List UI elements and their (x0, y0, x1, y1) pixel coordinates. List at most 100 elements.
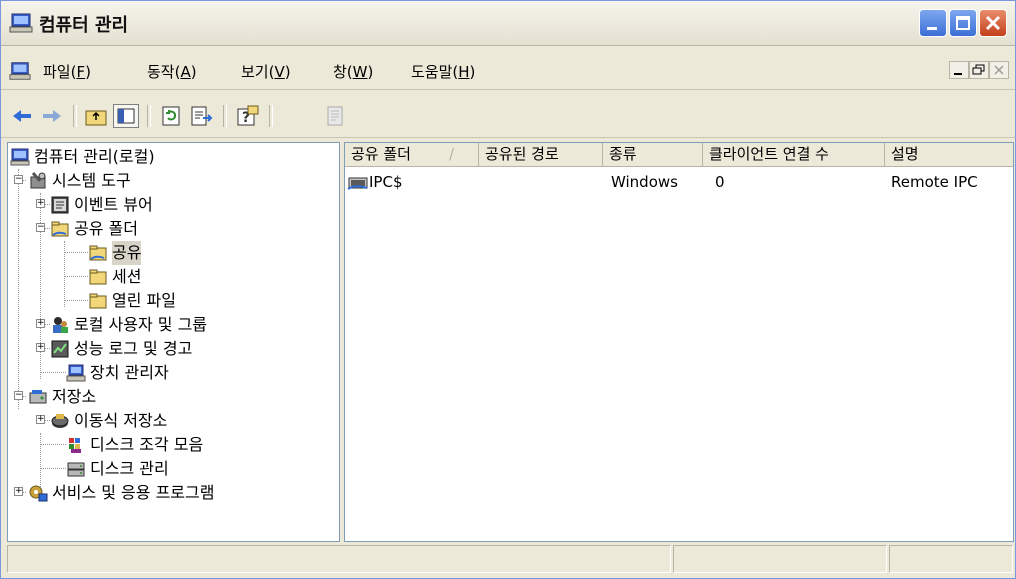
menu-help[interactable]: 도움말(H) (411, 61, 475, 82)
expand-toggle[interactable]: + (36, 415, 45, 424)
toolbar-separator (223, 105, 227, 127)
tree-item-label: 열린 파일 (112, 291, 176, 310)
tree-connector (18, 169, 19, 409)
show-hide-console-tree-button[interactable] (113, 104, 139, 128)
restore-icon (972, 64, 985, 75)
services-icon (29, 485, 48, 502)
tree-item-label: 컴퓨터 관리(로컬) (34, 147, 155, 166)
title-bar[interactable]: 컴퓨터 관리 (1, 1, 1015, 46)
expand-toggle[interactable]: + (36, 319, 45, 328)
tree-item-label: 이동식 저장소 (74, 411, 168, 430)
refresh-icon[interactable] (159, 104, 185, 128)
tree-connector (64, 252, 88, 253)
column-header-label: 클라이언트 연결 수 (709, 145, 829, 163)
forward-arrow-icon[interactable] (39, 104, 65, 128)
column-header-description[interactable]: 설명 (885, 143, 1013, 166)
close-button[interactable] (979, 9, 1007, 37)
shared-folder-icon (51, 221, 69, 237)
cell-connections: 0 (715, 173, 725, 191)
close-icon (985, 15, 1001, 31)
menu-bar: 파일(F) 동작(A) 보기(V) 창(W) 도움말(H) (1, 53, 1015, 90)
up-folder-icon[interactable] (83, 104, 109, 128)
tree-item-label: 저장소 (52, 387, 97, 406)
column-header-label: 공유된 경로 (485, 145, 559, 163)
tree-item-label: 시스템 도구 (52, 171, 131, 190)
tree-item-label: 공유 폴더 (74, 219, 138, 238)
export-list-icon[interactable] (189, 104, 215, 128)
column-header-shared-folder[interactable]: 공유 폴더 / (345, 143, 479, 166)
cell-type: Windows (611, 173, 678, 191)
expand-toggle[interactable]: + (14, 487, 23, 496)
menu-file[interactable]: 파일(F) (43, 61, 91, 82)
close-icon (994, 65, 1004, 75)
console-tree-icon (117, 108, 135, 124)
maximize-icon (956, 16, 970, 30)
defragmenter-icon (69, 438, 81, 453)
performance-logs-icon (51, 340, 69, 358)
menu-action[interactable]: 동작(A) (147, 61, 197, 82)
back-arrow-icon[interactable] (9, 104, 35, 128)
tree-connector (64, 241, 65, 307)
status-bar (7, 545, 1013, 575)
help-icon[interactable]: ? (235, 104, 261, 128)
status-panel (889, 545, 1013, 573)
system-tools-icon (30, 172, 46, 189)
column-header-client-connections[interactable]: 클라이언트 연결 수 (703, 143, 885, 166)
shared-pipe-icon (347, 177, 368, 190)
collapse-toggle[interactable]: − (14, 175, 23, 184)
cell-description: Remote IPC (891, 173, 978, 191)
minimize-icon (954, 73, 962, 75)
mdi-close-button[interactable] (989, 61, 1009, 79)
collapse-toggle[interactable]: − (14, 391, 23, 400)
mdi-restore-button[interactable] (969, 61, 989, 79)
computer-icon[interactable] (9, 61, 31, 81)
tree-item-label: 서비스 및 응용 프로그램 (52, 483, 215, 502)
disk-management-icon (67, 462, 85, 477)
properties-icon[interactable] (323, 104, 349, 128)
column-header-type[interactable]: 종류 (603, 143, 703, 166)
console-tree[interactable]: 컴퓨터 관리(로컬) − 시스템 도구 + 이벤트 뷰어 − 공유 폴더 공유 … (7, 142, 340, 542)
device-manager-icon (66, 364, 86, 382)
folder-icon (89, 269, 107, 285)
computer-icon (9, 13, 33, 33)
tree-connector (40, 444, 66, 445)
toolbar-separator (147, 105, 151, 127)
toolbar-separator (73, 105, 77, 127)
maximize-button[interactable] (949, 9, 977, 37)
mdi-minimize-button[interactable] (949, 61, 969, 79)
event-viewer-icon (51, 196, 69, 214)
toolbar: ? (1, 97, 1015, 138)
menu-view[interactable]: 보기(V) (241, 61, 291, 82)
expand-toggle[interactable]: + (36, 343, 45, 352)
column-header-label: 설명 (891, 145, 919, 163)
menu-window[interactable]: 창(W) (333, 61, 373, 82)
tree-connector (64, 300, 88, 301)
collapse-toggle[interactable]: − (36, 223, 45, 232)
computer-management-window: 컴퓨터 관리 파일(F) 동작(A) 보기(V) 창(W) 도움말(H) ? 컴… (0, 0, 1016, 579)
tree-item-label: 디스크 조각 모음 (90, 435, 204, 454)
status-panel (7, 545, 671, 573)
tree-item-label: 세션 (112, 267, 142, 286)
details-list[interactable]: 공유 폴더 / 공유된 경로 종류 클라이언트 연결 수 설명 IPC$ Win… (344, 142, 1014, 542)
users-icon (53, 317, 68, 333)
tree-item-label: 장치 관리자 (90, 363, 169, 382)
toolbar-separator (269, 105, 273, 127)
cell-share-name: IPC$ (369, 173, 403, 191)
sort-ascending-icon: / (449, 145, 455, 163)
tree-item-label: 디스크 관리 (90, 459, 169, 478)
minimize-icon (927, 27, 937, 30)
tree-connector (40, 372, 66, 373)
expand-toggle[interactable]: + (36, 199, 45, 208)
column-header-shared-path[interactable]: 공유된 경로 (479, 143, 603, 166)
tree-item-label: 로컬 사용자 및 그룹 (74, 315, 208, 334)
storage-icon (29, 390, 47, 404)
tree-connector (40, 468, 66, 469)
tree-item-label: 성능 로그 및 경고 (74, 339, 193, 358)
tree-item-label: 이벤트 뷰어 (74, 195, 153, 214)
folder-icon (89, 293, 107, 309)
tree-item-label: 공유 (112, 241, 142, 265)
status-panel (673, 545, 887, 573)
minimize-button[interactable] (919, 9, 947, 37)
column-header-label: 종류 (609, 145, 637, 163)
removable-storage-icon (51, 414, 69, 428)
